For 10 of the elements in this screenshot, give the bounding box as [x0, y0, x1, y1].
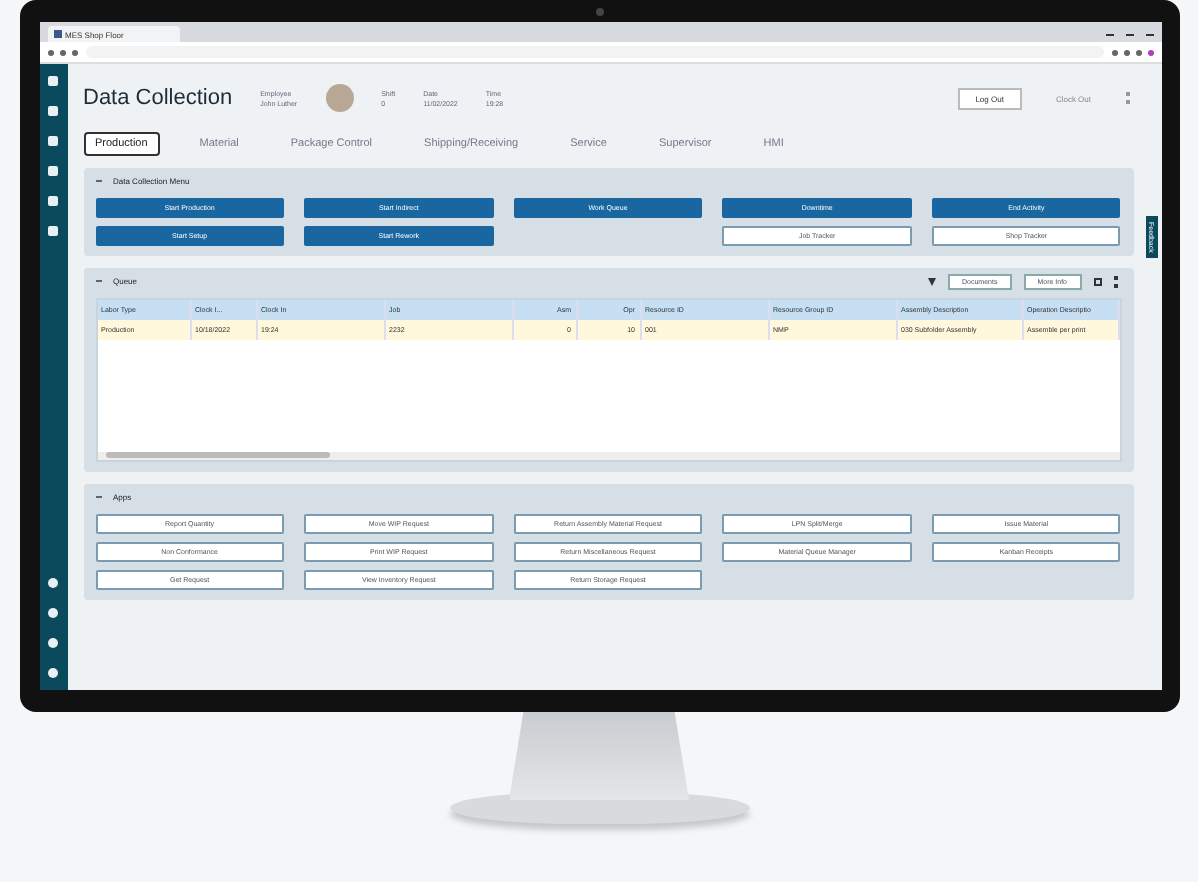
- avatar-placeholder: [325, 84, 354, 112]
- page-title: Data Collection: [83, 86, 233, 110]
- camera-icon: [595, 8, 603, 16]
- filter-icon[interactable]: [928, 277, 936, 285]
- extension-icon[interactable]: [1111, 49, 1153, 55]
- columns-icon[interactable]: [1093, 277, 1101, 285]
- scrollbar-thumb[interactable]: [105, 452, 329, 458]
- more-icon[interactable]: [1113, 275, 1121, 287]
- page-icon: [53, 30, 61, 38]
- navigation-icon[interactable]: [47, 49, 77, 55]
